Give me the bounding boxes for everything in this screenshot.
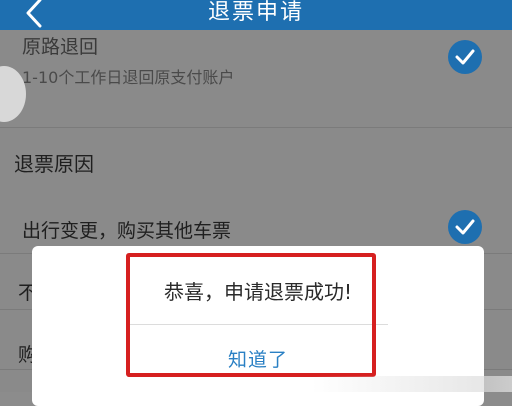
reason-section-title: 退票原因 — [14, 152, 94, 176]
refund-method-subtitle: 1-10个工作日退回原支付账户 — [22, 68, 235, 87]
page-title: 退票申请 — [207, 0, 304, 25]
refund-method-row[interactable]: 原路退回 1-10个工作日退回原支付账户 — [0, 30, 512, 128]
reason-option-1-label: 出行变更，购买其他车票 — [22, 220, 232, 242]
watermark — [312, 376, 512, 392]
refund-method-title: 原路退回 — [22, 36, 99, 58]
app-header: 退票申请 — [0, 0, 512, 30]
checkmark-icon — [448, 40, 482, 74]
checkmark-icon — [448, 210, 482, 244]
highlight-annotation-box — [126, 253, 376, 377]
